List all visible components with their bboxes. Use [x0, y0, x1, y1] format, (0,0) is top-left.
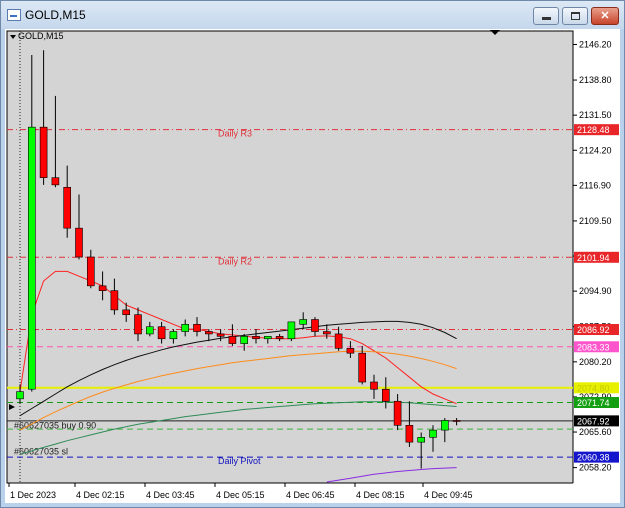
y-tick-label: 2116.90	[579, 180, 611, 190]
minimize-button[interactable]	[533, 7, 559, 25]
price-tag-label: 2067.92	[577, 416, 610, 426]
candle-body	[429, 429, 437, 438]
price-tag-label: 2086.92	[577, 325, 610, 335]
chart-window-icon	[7, 9, 21, 21]
candle-body	[440, 420, 449, 431]
candle-body	[216, 333, 225, 337]
x-tick-label: 4 Dec 05:15	[216, 490, 265, 500]
candle-body	[181, 324, 189, 332]
level-label: Daily Pivot	[218, 456, 261, 466]
maximize-button[interactable]	[562, 7, 588, 25]
price-tag-label: 2071.74	[577, 398, 610, 408]
candle-body	[39, 126, 48, 178]
candle-body	[275, 336, 284, 340]
y-tick-label: 2124.20	[579, 145, 612, 155]
y-tick-label: 2065.60	[579, 427, 612, 437]
candle-body	[110, 290, 119, 311]
candle-body	[146, 326, 154, 335]
price-tag-label: 2101.94	[577, 253, 610, 263]
close-icon: ✕	[600, 10, 610, 22]
candle-body	[346, 348, 355, 354]
candle-body	[452, 420, 461, 422]
x-tick-label: 4 Dec 08:15	[356, 490, 405, 500]
candle-body	[193, 324, 201, 332]
candle-body	[417, 437, 426, 443]
price-tag-label: 2060.38	[577, 453, 610, 463]
level-label: Daily R3	[218, 129, 252, 139]
candle-body	[299, 319, 308, 325]
candle-body	[157, 326, 166, 340]
candle-body	[16, 391, 24, 400]
candle-body	[322, 331, 331, 335]
candle-body	[51, 177, 60, 186]
candle-body	[370, 381, 378, 390]
x-tick-label: 1 Dec 2023	[10, 490, 56, 500]
candle-body	[27, 126, 36, 390]
x-tick-label: 4 Dec 02:15	[76, 490, 125, 500]
y-tick-label: 2109.50	[579, 216, 612, 226]
x-tick-label: 4 Dec 06:45	[286, 490, 335, 500]
x-tick-label: 4 Dec 03:45	[146, 490, 195, 500]
candle-body	[75, 227, 83, 258]
order-annotation: #60627035 buy 0.90	[14, 420, 96, 430]
candle-body	[98, 285, 107, 291]
candle-body	[87, 256, 95, 287]
minimize-icon	[542, 17, 551, 20]
y-tick-label: 2080.20	[579, 357, 612, 367]
candle-body	[334, 333, 343, 349]
candle-body	[205, 331, 213, 335]
y-tick-label: 2131.50	[579, 110, 612, 120]
candle-body	[122, 309, 130, 316]
candle-body	[240, 336, 248, 344]
candle-body	[228, 336, 237, 344]
price-tag-label: 2083.33	[577, 342, 610, 352]
maximize-icon	[571, 12, 580, 20]
y-tick-label: 2138.80	[579, 75, 612, 85]
price-tag-label: 2074.80	[577, 383, 610, 393]
title-bar[interactable]: GOLD,M15 ✕	[1, 1, 624, 29]
symbol-label: GOLD,M15	[18, 31, 64, 41]
candle-body	[405, 424, 414, 443]
candle-body	[252, 336, 260, 340]
candlestick-chart[interactable]: 2146.20 2138.80 2131.50 2124.20 2116.90 2109.…	[5, 29, 620, 503]
close-button[interactable]: ✕	[591, 7, 619, 25]
x-tick-label: 4 Dec 09:45	[424, 490, 473, 500]
candle-body	[381, 388, 390, 402]
candle-body	[393, 400, 402, 426]
y-tick-label: 2146.20	[579, 39, 612, 49]
candle-body	[263, 336, 272, 340]
chart-area[interactable]: 2146.20 2138.80 2131.50 2124.20 2116.90 2109.…	[5, 29, 620, 503]
candle-body	[311, 319, 319, 332]
window-title: GOLD,M15	[25, 8, 86, 22]
price-tag-label: 2128.48	[577, 125, 610, 135]
candle-body	[63, 186, 72, 229]
level-label: Daily R2	[218, 256, 252, 266]
y-tick-label: 2058.20	[579, 463, 612, 473]
chart-window: GOLD,M15 ✕ 2146.20 2138.80 2131.50 2124.20 2…	[0, 0, 625, 508]
candle-body	[134, 314, 142, 335]
candle-body	[287, 321, 296, 340]
candle-body	[358, 352, 367, 383]
y-tick-label: 2094.90	[579, 286, 612, 296]
candle-body	[169, 331, 178, 340]
